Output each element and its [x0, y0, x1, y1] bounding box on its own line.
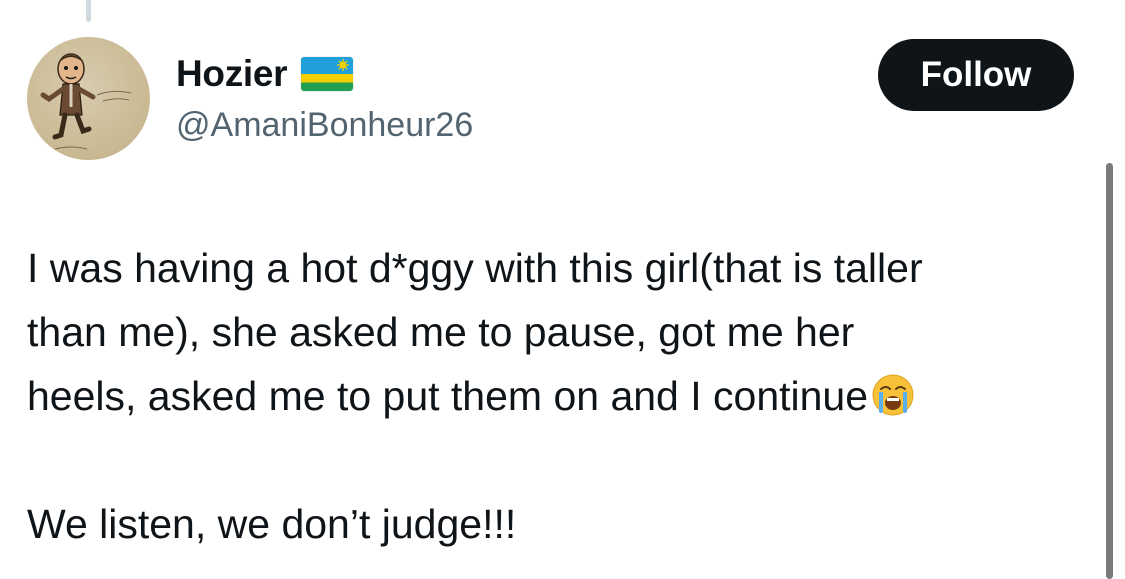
tweet-view: Hozier @AmaniBonheur26 Follow I was havi…: [0, 0, 1125, 579]
avatar[interactable]: [27, 37, 150, 160]
tweet-body: I was having a hot d*ggy with this girl(…: [27, 236, 1092, 556]
tweet-text-line-with-emoji: heels, asked me to put them on and I con…: [27, 364, 1092, 428]
tweet-text-line: heels, asked me to put them on and I con…: [27, 373, 869, 419]
tweet-text-line: I was having a hot d*ggy with this girl(…: [27, 245, 923, 291]
user-handle[interactable]: @AmaniBonheur26: [176, 105, 473, 145]
follow-button[interactable]: Follow: [878, 39, 1074, 111]
scrollbar[interactable]: [1106, 163, 1113, 579]
display-name[interactable]: Hozier: [176, 54, 354, 94]
avatar-image: [40, 53, 132, 150]
display-name-text[interactable]: Hozier: [176, 54, 288, 94]
loudly-crying-face-icon: [870, 372, 916, 418]
thread-connector-line: [86, 0, 91, 22]
tweet-text-line: We listen, we don’t judge!!!: [27, 501, 517, 547]
tweet-text-line: than me), she asked me to pause, got me …: [27, 309, 855, 355]
rwanda-flag-icon: [301, 57, 354, 91]
